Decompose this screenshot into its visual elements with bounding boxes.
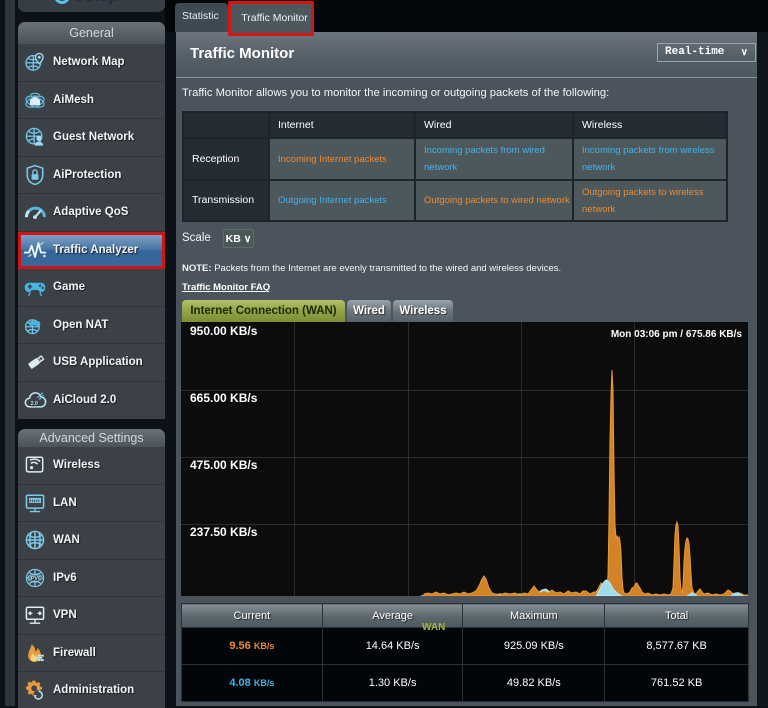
svg-text:IPV6: IPV6 (29, 576, 41, 582)
svg-text:2.0: 2.0 (31, 401, 38, 407)
